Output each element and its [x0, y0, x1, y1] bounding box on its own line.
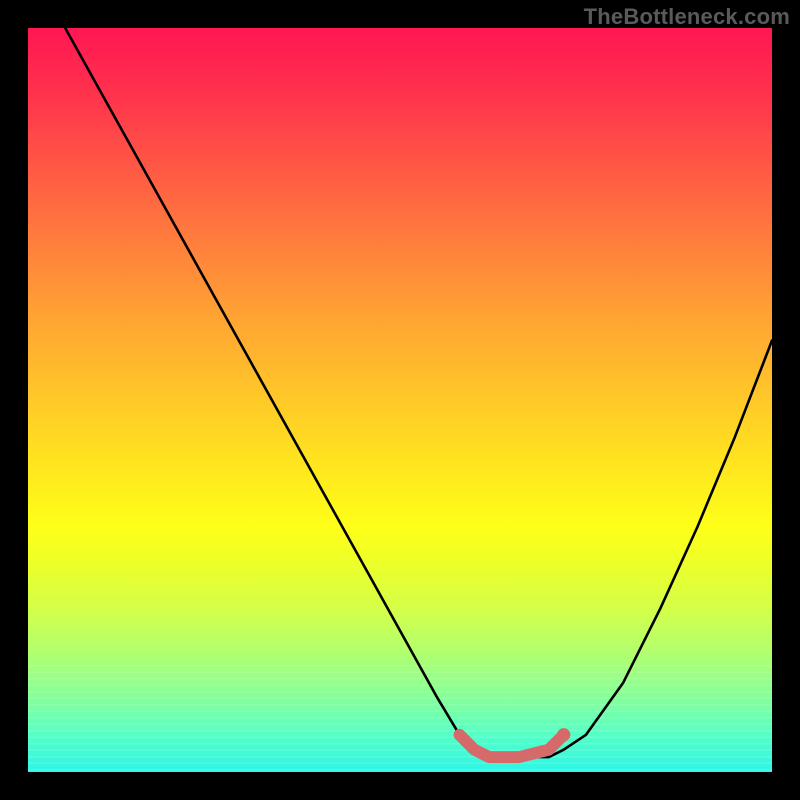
plot-area	[28, 28, 772, 772]
optimal-range-marker	[460, 735, 564, 757]
watermark-label: TheBottleneck.com	[584, 4, 790, 30]
optimal-range-end-dot	[557, 728, 570, 741]
curve-layer	[28, 28, 772, 772]
bottleneck-curve	[65, 28, 772, 757]
chart-frame: TheBottleneck.com	[0, 0, 800, 800]
